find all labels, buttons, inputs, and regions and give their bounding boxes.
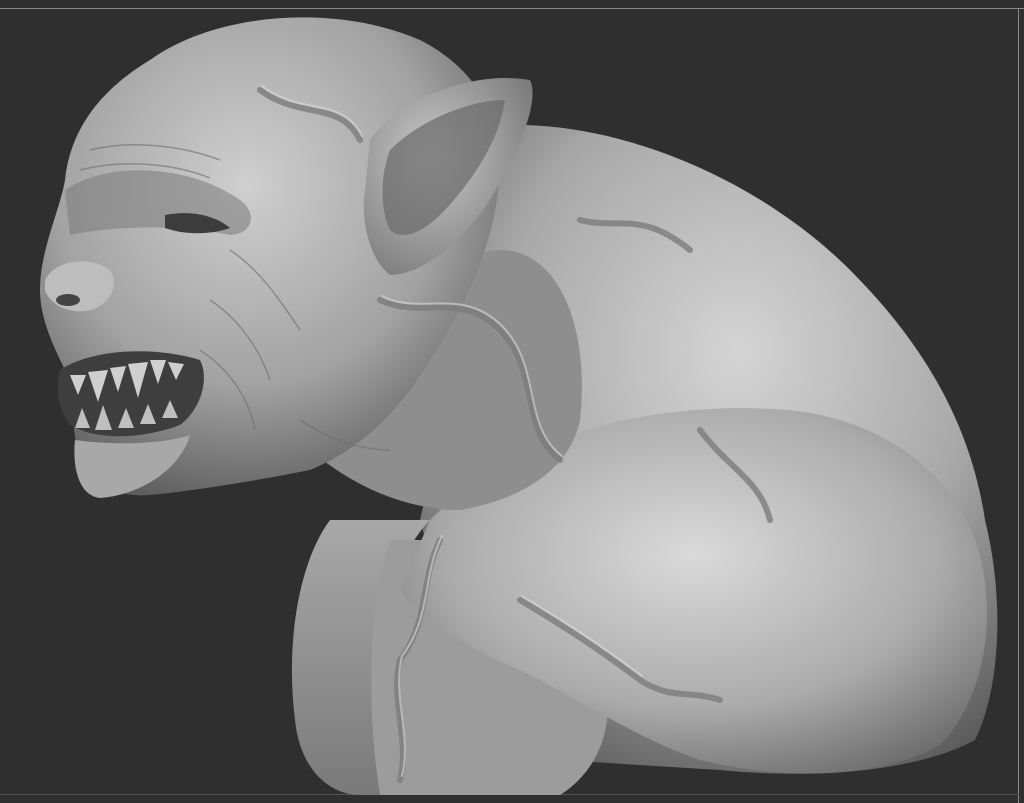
creature-bust-model[interactable] bbox=[0, 0, 1024, 803]
nostril bbox=[56, 294, 80, 306]
sculpt-viewport[interactable] bbox=[0, 0, 1024, 803]
